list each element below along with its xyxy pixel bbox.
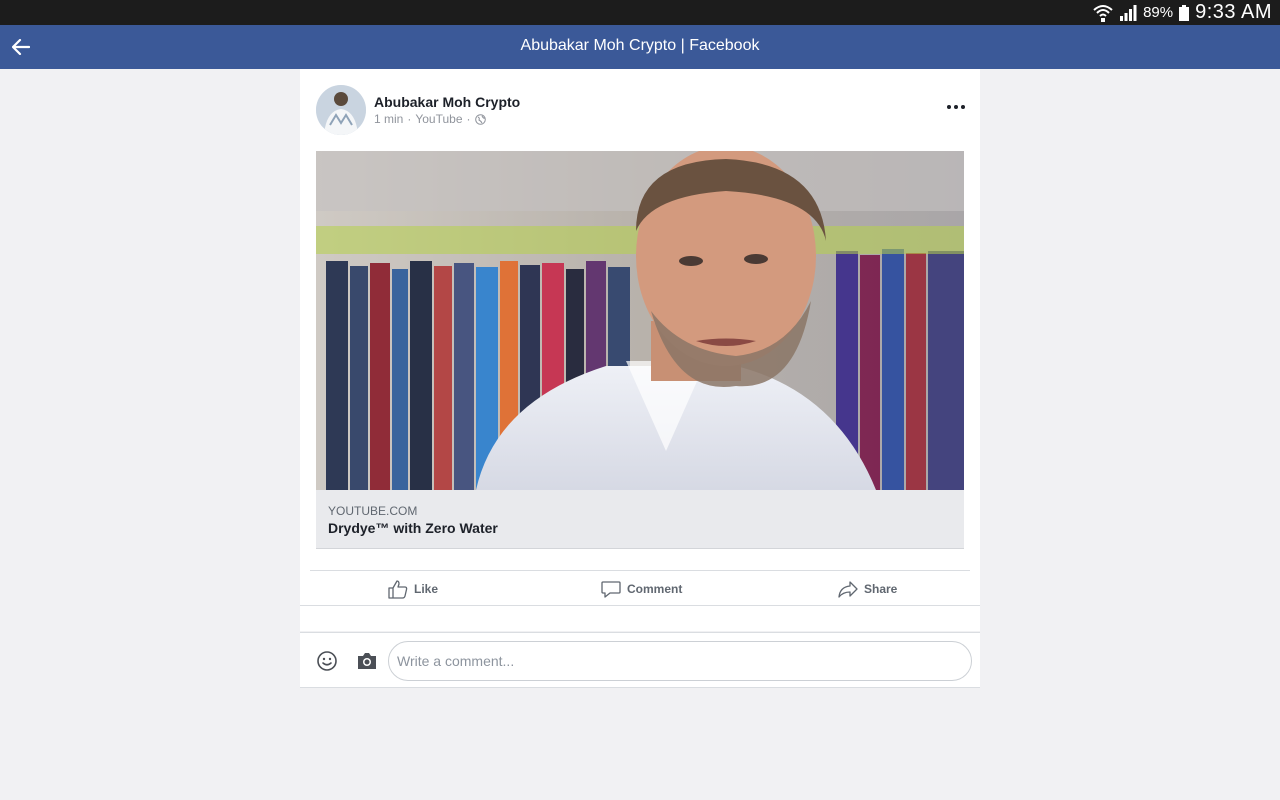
share-button[interactable]: Share bbox=[838, 571, 897, 607]
link-title: Drydye™ with Zero Water bbox=[328, 520, 498, 536]
comment-icon bbox=[601, 580, 621, 598]
video-thumbnail-image bbox=[316, 151, 964, 490]
comment-button[interactable]: Comment bbox=[601, 571, 682, 607]
more-dot bbox=[961, 105, 965, 109]
like-button[interactable]: Like bbox=[388, 571, 438, 607]
like-label: Like bbox=[414, 582, 439, 596]
avatar[interactable] bbox=[316, 85, 366, 135]
post-time[interactable]: 1 min bbox=[374, 112, 403, 126]
more-options-button[interactable] bbox=[942, 97, 970, 117]
comment-input[interactable] bbox=[388, 641, 972, 681]
battery-icon bbox=[1179, 4, 1190, 21]
page-title: Abubakar Moh Crypto | Facebook bbox=[520, 37, 760, 54]
thumbs-up-icon bbox=[388, 579, 408, 599]
wifi-icon bbox=[1093, 4, 1113, 22]
emoji-icon[interactable] bbox=[316, 650, 338, 672]
post-author[interactable]: Abubakar Moh Crypto bbox=[374, 94, 520, 110]
battery-percent: 89% bbox=[1143, 4, 1174, 21]
video-thumbnail[interactable] bbox=[316, 151, 964, 490]
meta-separator: · bbox=[407, 112, 412, 126]
clock: 9:33 AM bbox=[1195, 1, 1272, 23]
share-label: Share bbox=[864, 582, 898, 596]
comment-composer bbox=[300, 632, 980, 688]
meta-separator: · bbox=[466, 112, 471, 126]
camera-icon[interactable] bbox=[356, 651, 378, 671]
globe-icon bbox=[474, 113, 486, 125]
divider bbox=[300, 605, 980, 606]
link-preview[interactable]: YOUTUBE.COM Drydye™ with Zero Water bbox=[316, 490, 964, 549]
more-options-icon bbox=[947, 105, 951, 109]
post-card: Abubakar Moh Crypto 1 min · YouTube · YO… bbox=[300, 69, 980, 631]
post-actions: Like Comment Share bbox=[310, 570, 970, 607]
comment-label: Comment bbox=[627, 582, 683, 596]
share-icon bbox=[838, 580, 858, 598]
post-source: YouTube bbox=[415, 112, 463, 126]
more-dot bbox=[954, 105, 958, 109]
signal-icon bbox=[1120, 4, 1137, 21]
link-domain: YOUTUBE.COM bbox=[328, 504, 418, 518]
post-meta: 1 min · YouTube · bbox=[374, 112, 486, 126]
status-bar: 89% 9:33 AM bbox=[0, 0, 1280, 25]
app-bar: Abubakar Moh Crypto | Facebook bbox=[0, 25, 1280, 69]
